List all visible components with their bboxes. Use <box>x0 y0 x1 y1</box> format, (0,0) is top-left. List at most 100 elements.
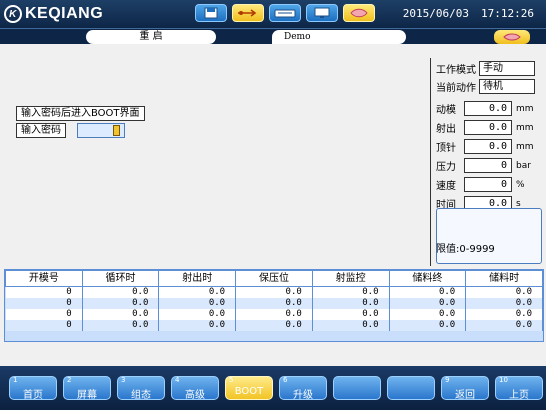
table-cell: 0.0 <box>389 319 467 331</box>
handshake-icon[interactable] <box>343 4 375 22</box>
nav-key-label: 高级 <box>185 390 205 401</box>
usb-icon[interactable] <box>232 4 264 22</box>
table-cell: 0.0 <box>82 297 160 309</box>
cursor-icon <box>113 125 120 136</box>
table-cell: 0.0 <box>158 308 237 320</box>
date-text: 2015/06/03 <box>402 7 470 20</box>
cycle-data-table: 开模号 循环时 射出时 保压位 射监控 储料终 储料时 0 0.0 0.0 0.… <box>4 269 544 342</box>
sub-bar: 重 启 Demo <box>0 28 546 44</box>
nav-button-boot[interactable]: 5 BOOT <box>225 376 273 400</box>
logo-icon: K <box>4 5 22 23</box>
column-header: 射出时 <box>158 270 237 287</box>
status-panel: 工作模式 手动 当前动作 待机 动模 0.0 mm 射出 0.0 mm 顶针 0… <box>430 58 546 266</box>
readout-value: 0 <box>464 177 512 192</box>
table-cell: 0.0 <box>465 297 543 309</box>
readout-label: 顶针 <box>436 143 456 154</box>
nav-key-label: 首页 <box>23 390 43 401</box>
table-cell: 0 <box>5 308 83 320</box>
nav-button-home[interactable]: 1 首页 <box>9 376 57 401</box>
password-label: 输入密码 <box>16 123 66 138</box>
current-action-label: 当前动作 <box>436 83 476 94</box>
nav-key-number: 2 <box>67 376 72 384</box>
nav-button-upgrade[interactable]: 6 升级 <box>279 376 327 401</box>
nav-key-label: 上页 <box>509 390 529 401</box>
top-bar: K KEQIANG 2015/06/03 17:12:26 <box>0 0 546 28</box>
keyboard-icon[interactable] <box>269 4 301 22</box>
table-cell: 0.0 <box>389 308 467 320</box>
datetime: 2015/06/03 17:12:26 <box>403 7 534 20</box>
table-cell: 0.0 <box>312 297 390 309</box>
brand-logo: K KEQIANG <box>4 3 103 25</box>
column-header: 储料终 <box>388 270 467 287</box>
table-cell: 0.0 <box>235 308 313 320</box>
monitor-icon[interactable] <box>306 4 338 22</box>
logo-text: KEQIANG <box>25 5 104 22</box>
nav-button-config[interactable]: 3 组态 <box>117 376 165 401</box>
nav-key-label: 屏幕 <box>77 390 97 401</box>
save-icon[interactable] <box>195 4 227 22</box>
nav-key-label: 升级 <box>293 390 313 401</box>
table-header-row: 开模号 循环时 射出时 保压位 射监控 储料终 储料时 <box>5 270 543 287</box>
column-header: 射监控 <box>311 270 390 287</box>
table-cell: 0.0 <box>465 286 543 298</box>
table-cell: 0.0 <box>158 319 237 331</box>
nav-button-advanced[interactable]: 4 高级 <box>171 376 219 401</box>
readout-label: 射出 <box>436 124 456 135</box>
column-header: 保压位 <box>235 270 313 287</box>
readout-row: 压力 0 bar <box>436 158 531 173</box>
current-action-row: 当前动作 待机 <box>436 79 535 94</box>
nav-key-label: BOOT <box>234 386 264 397</box>
column-header: 循环时 <box>81 270 160 287</box>
readout-value: 0.0 <box>464 101 512 116</box>
table-cell: 0.0 <box>82 319 160 331</box>
table-cell: 0 <box>5 286 83 298</box>
column-header: 开模号 <box>5 270 83 287</box>
nav-button-screen[interactable]: 2 屏幕 <box>63 376 111 401</box>
readout-row: 速度 0 % <box>436 177 525 192</box>
readout-row: 动模 0.0 mm <box>436 101 534 116</box>
table-row: 0 0.0 0.0 0.0 0.0 0.0 0.0 <box>5 297 543 309</box>
readout-label: 压力 <box>436 162 456 173</box>
nav-key-number: 1 <box>13 376 18 384</box>
table-cell: 0.0 <box>312 308 390 320</box>
nav-button-blank-8[interactable] <box>387 376 435 400</box>
table-cell: 0.0 <box>389 286 467 298</box>
nav-key-number: 9 <box>445 376 450 384</box>
readout-label: 动模 <box>436 105 456 116</box>
readout-value: 0 <box>464 158 512 173</box>
readout-unit: % <box>516 179 525 190</box>
readout-label: 速度 <box>436 181 456 192</box>
mold-name-field: Demo <box>272 30 406 44</box>
table-cell: 0.0 <box>465 308 543 320</box>
column-header: 储料时 <box>465 270 543 287</box>
table-cell: 0.0 <box>465 319 543 331</box>
table-row: 0 0.0 0.0 0.0 0.0 0.0 0.0 <box>5 286 543 298</box>
nav-key-number: 4 <box>175 376 180 384</box>
nav-key-number: 3 <box>121 376 126 384</box>
readout-unit: bar <box>516 160 531 171</box>
limit-text: 限值:0-9999 <box>436 244 495 255</box>
readout-unit: mm <box>516 103 534 114</box>
restart-button[interactable]: 重 启 <box>86 30 216 44</box>
nav-key-label: 返回 <box>455 390 475 401</box>
table-row: 0 0.0 0.0 0.0 0.0 0.0 0.0 <box>5 308 543 320</box>
password-input[interactable] <box>77 123 125 138</box>
table-cell: 0.0 <box>158 286 237 298</box>
nav-button-back[interactable]: 9 返回 <box>441 376 489 401</box>
nav-button-prev-page[interactable]: 10 上页 <box>495 376 543 401</box>
hand-icon[interactable] <box>494 30 530 44</box>
time-text: 17:12:26 <box>481 7 534 20</box>
table-cell: 0.0 <box>235 286 313 298</box>
current-action-value: 待机 <box>479 79 535 94</box>
table-cell: 0.0 <box>235 297 313 309</box>
nav-key-number: 10 <box>499 376 508 384</box>
nav-key-label: 组态 <box>131 390 151 401</box>
readout-unit: mm <box>516 122 534 133</box>
readout-row: 射出 0.0 mm <box>436 120 534 135</box>
readout-value: 0.0 <box>464 139 512 154</box>
nav-button-blank-7[interactable] <box>333 376 381 400</box>
table-cell: 0.0 <box>389 297 467 309</box>
table-row: 0 0.0 0.0 0.0 0.0 0.0 0.0 <box>5 319 543 331</box>
table-cell: 0.0 <box>82 286 160 298</box>
table-cell: 0.0 <box>312 286 390 298</box>
